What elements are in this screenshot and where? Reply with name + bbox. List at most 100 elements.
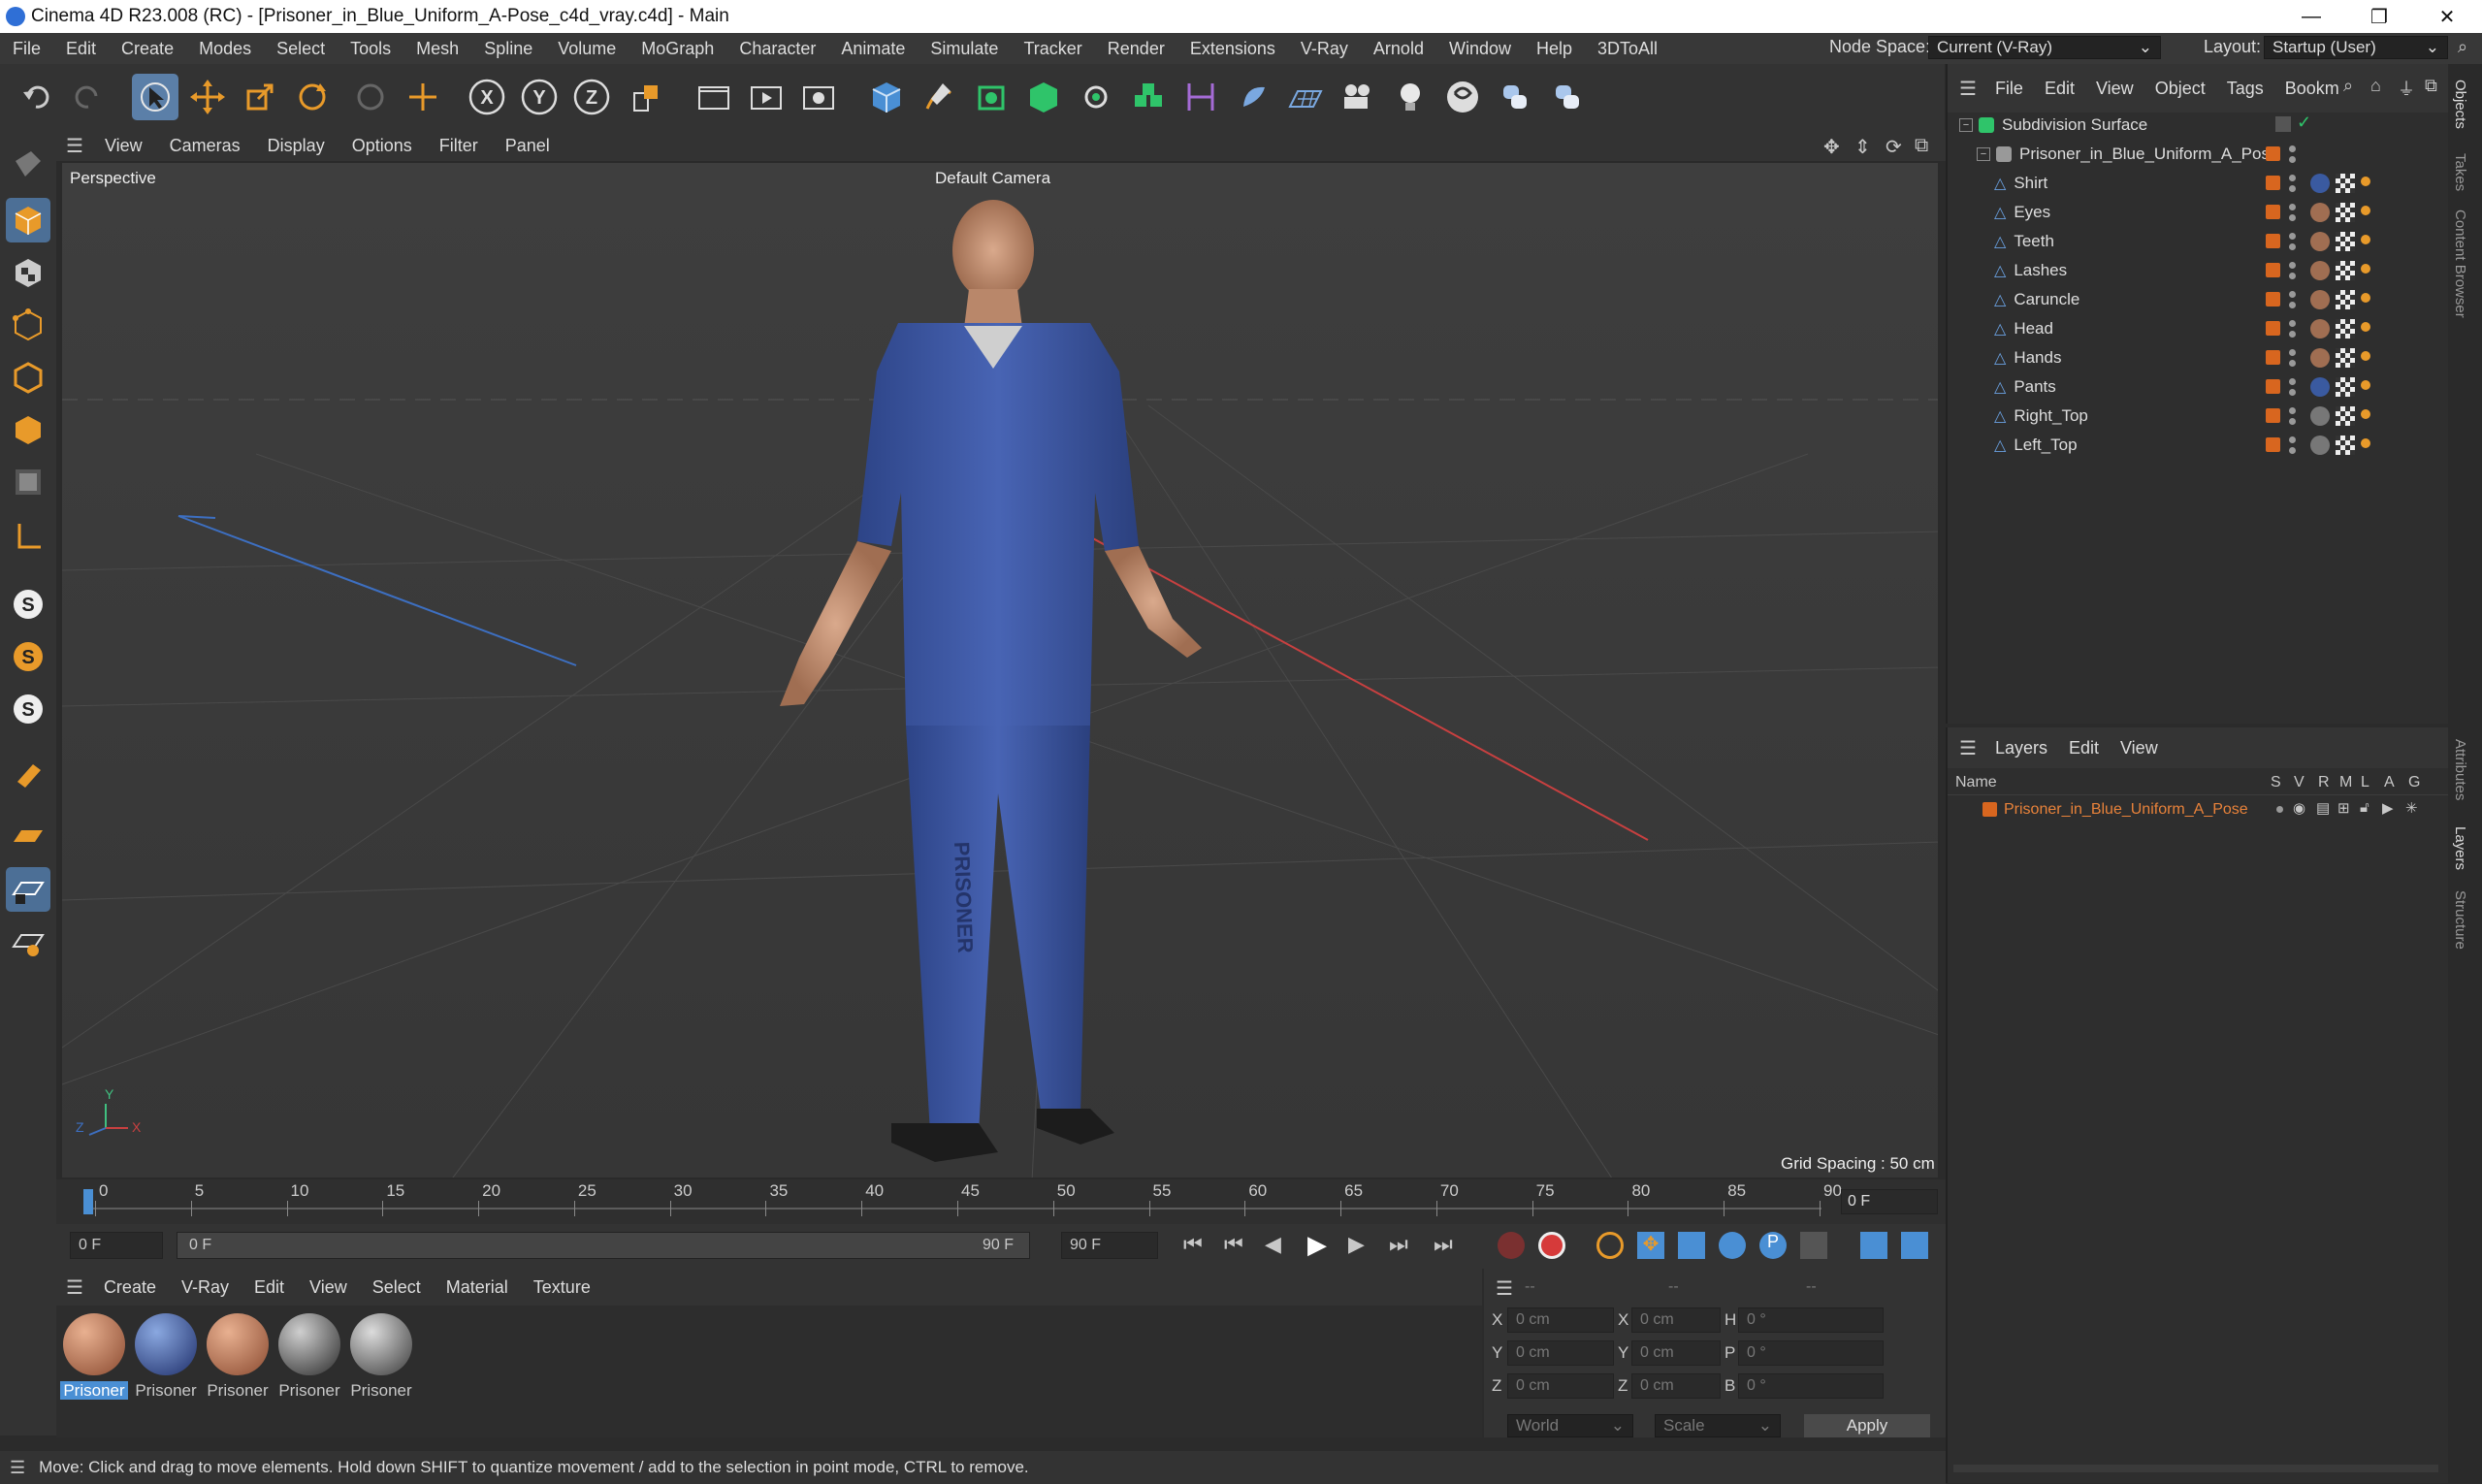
coord-field[interactable]: 0 cm	[1507, 1340, 1614, 1366]
coord-field[interactable]: 0 °	[1738, 1340, 1884, 1366]
rotate-tool-icon[interactable]	[289, 74, 336, 120]
maximize-button[interactable]: ❐	[2347, 0, 2411, 33]
layer-menu-layers[interactable]: Layers	[1984, 738, 2058, 758]
tab-takes[interactable]: Takes	[2452, 153, 2468, 191]
vray-tag-icon[interactable]	[2361, 293, 2370, 303]
material-menu-create[interactable]: Create	[91, 1277, 169, 1298]
object-row-hands[interactable]: △ Hands	[1948, 343, 2450, 372]
editor-visibility-icon[interactable]	[2289, 320, 2296, 327]
menu-mograph[interactable]: MoGraph	[629, 39, 726, 59]
layer-menu-view[interactable]: View	[2110, 738, 2169, 758]
collapse-icon[interactable]: −	[1977, 147, 1990, 161]
menu-window[interactable]: Window	[1436, 39, 1524, 59]
editor-visibility-icon[interactable]	[2289, 407, 2296, 414]
coord-field[interactable]: 0 cm	[1631, 1340, 1721, 1366]
pen-spline-icon[interactable]	[916, 74, 962, 120]
model-mode-icon[interactable]	[6, 142, 50, 186]
axis-mode-icon[interactable]	[6, 514, 50, 559]
menu-file[interactable]: File	[0, 39, 53, 59]
object-mode-icon[interactable]	[6, 198, 50, 242]
material-tag-icon[interactable]	[2310, 406, 2330, 426]
z-axis-lock-icon[interactable]: Z	[568, 74, 615, 120]
menu-arnold[interactable]: Arnold	[1361, 39, 1436, 59]
menu-extensions[interactable]: Extensions	[1177, 39, 1288, 59]
camera-label[interactable]: Default Camera	[935, 169, 1050, 188]
material-tag-icon[interactable]	[2310, 290, 2330, 309]
layout-select[interactable]: Startup (User) ⌄	[2264, 36, 2448, 59]
vray-tag-icon[interactable]	[2361, 409, 2370, 419]
tab-structure[interactable]: Structure	[2452, 890, 2468, 950]
object-menu-view[interactable]: View	[2085, 79, 2144, 99]
undo-icon[interactable]	[14, 74, 60, 120]
prev-key-icon[interactable]: ⏮	[1224, 1232, 1243, 1257]
edit-checkbox-icon[interactable]	[2275, 116, 2291, 132]
y-axis-lock-icon[interactable]: Y	[516, 74, 563, 120]
object-menu-file[interactable]: File	[1984, 79, 2034, 99]
viewport-menu-display[interactable]: Display	[254, 136, 338, 156]
new-window-icon[interactable]: ⧉	[2425, 76, 2437, 96]
play-icon[interactable]: ▶	[1307, 1230, 1327, 1260]
apply-button[interactable]: Apply	[1804, 1414, 1930, 1437]
transform-tool-icon[interactable]	[400, 74, 446, 120]
hamburger-icon[interactable]: ☰	[56, 1275, 91, 1300]
object-row-caruncle[interactable]: △ Caruncle	[1948, 285, 2450, 314]
object-row-teeth[interactable]: △ Teeth	[1948, 227, 2450, 256]
render-settings-icon[interactable]	[795, 74, 842, 120]
menu-edit[interactable]: Edit	[53, 39, 109, 59]
object-row-shirt[interactable]: △ Shirt	[1948, 169, 2450, 198]
material-menu-edit[interactable]: Edit	[242, 1277, 297, 1298]
key-pla-icon[interactable]	[1800, 1232, 1827, 1259]
deformer-icon[interactable]	[1177, 74, 1224, 120]
material-menu-select[interactable]: Select	[360, 1277, 434, 1298]
layer-animation-icon[interactable]: ▶	[2382, 799, 2394, 817]
material-tag-icon[interactable]	[2310, 203, 2330, 222]
redo-icon[interactable]	[64, 74, 111, 120]
coord-field[interactable]: 0 cm	[1507, 1373, 1614, 1399]
object-row-left-top[interactable]: △ Left_Top	[1948, 431, 2450, 460]
texture-tag-icon[interactable]	[2336, 261, 2355, 280]
material-item[interactable]: Prisoner	[275, 1313, 343, 1401]
timeline-ruler[interactable]: 0 5 10 15 20 25 30 35 40 45 50 55 60 65 70 75 80 85 90 0 F	[56, 1179, 1946, 1224]
vray-tag-icon[interactable]	[2361, 264, 2370, 274]
coordinate-system-icon[interactable]	[623, 74, 669, 120]
filter-icon[interactable]: ⏚	[2398, 76, 2415, 101]
polygons-mode-icon[interactable]	[6, 407, 50, 452]
texture-tag-icon[interactable]	[2336, 290, 2355, 309]
current-frame-field[interactable]: 0 F	[1841, 1189, 1938, 1214]
scale-tool-icon[interactable]	[237, 74, 283, 120]
menu-volume[interactable]: Volume	[545, 39, 629, 59]
enabled-check-icon[interactable]: ✓	[2297, 113, 2311, 133]
python-script-icon[interactable]	[1492, 74, 1538, 120]
vray-icon[interactable]	[1439, 74, 1486, 120]
object-row-group[interactable]: − Prisoner_in_Blue_Uniform_A_Pose	[1948, 140, 2450, 169]
select-tool-icon[interactable]	[132, 74, 178, 120]
motion-mode-icon[interactable]	[1860, 1232, 1887, 1259]
coord-field[interactable]: 0 cm	[1631, 1373, 1721, 1399]
render-visibility-icon[interactable]	[2289, 360, 2296, 367]
tab-objects[interactable]: Objects	[2452, 80, 2468, 129]
menu-character[interactable]: Character	[726, 39, 828, 59]
object-row-lashes[interactable]: △ Lashes	[1948, 256, 2450, 285]
render-visibility-icon[interactable]	[2289, 331, 2296, 338]
close-button[interactable]: ✕	[2415, 0, 2479, 33]
prev-frame-icon[interactable]: ◀	[1265, 1232, 1281, 1257]
viewport-menu-options[interactable]: Options	[338, 136, 426, 156]
texture-tag-icon[interactable]	[2336, 348, 2355, 368]
layer-menu-edit[interactable]: Edit	[2058, 738, 2110, 758]
material-tag-icon[interactable]	[2310, 436, 2330, 455]
world-select[interactable]: World ⌄	[1507, 1414, 1633, 1437]
layer-row[interactable]: Prisoner_in_Blue_Uniform_A_Pose ◉ ▤ ⊞ 🔓︎…	[1948, 797, 2450, 823]
menu-3dtoall[interactable]: 3DToAll	[1585, 39, 1670, 59]
next-key-icon[interactable]: ⏭	[1389, 1232, 1408, 1257]
end-frame-field[interactable]: 90 F	[1061, 1232, 1158, 1259]
material-item[interactable]: Prisoner	[132, 1313, 200, 1401]
menu-simulate[interactable]: Simulate	[918, 39, 1011, 59]
material-tag-icon[interactable]	[2310, 319, 2330, 339]
texture-tag-icon[interactable]	[2336, 319, 2355, 339]
render-visibility-icon[interactable]	[2289, 156, 2296, 163]
object-menu-tags[interactable]: Tags	[2216, 79, 2274, 99]
key-position-icon[interactable]: ✥	[1637, 1232, 1664, 1259]
viewport-menu-panel[interactable]: Panel	[492, 136, 564, 156]
3d-viewport[interactable]: PRISONER Perspective Default Camera Grid…	[60, 161, 1940, 1179]
editor-visibility-icon[interactable]	[2289, 436, 2296, 443]
